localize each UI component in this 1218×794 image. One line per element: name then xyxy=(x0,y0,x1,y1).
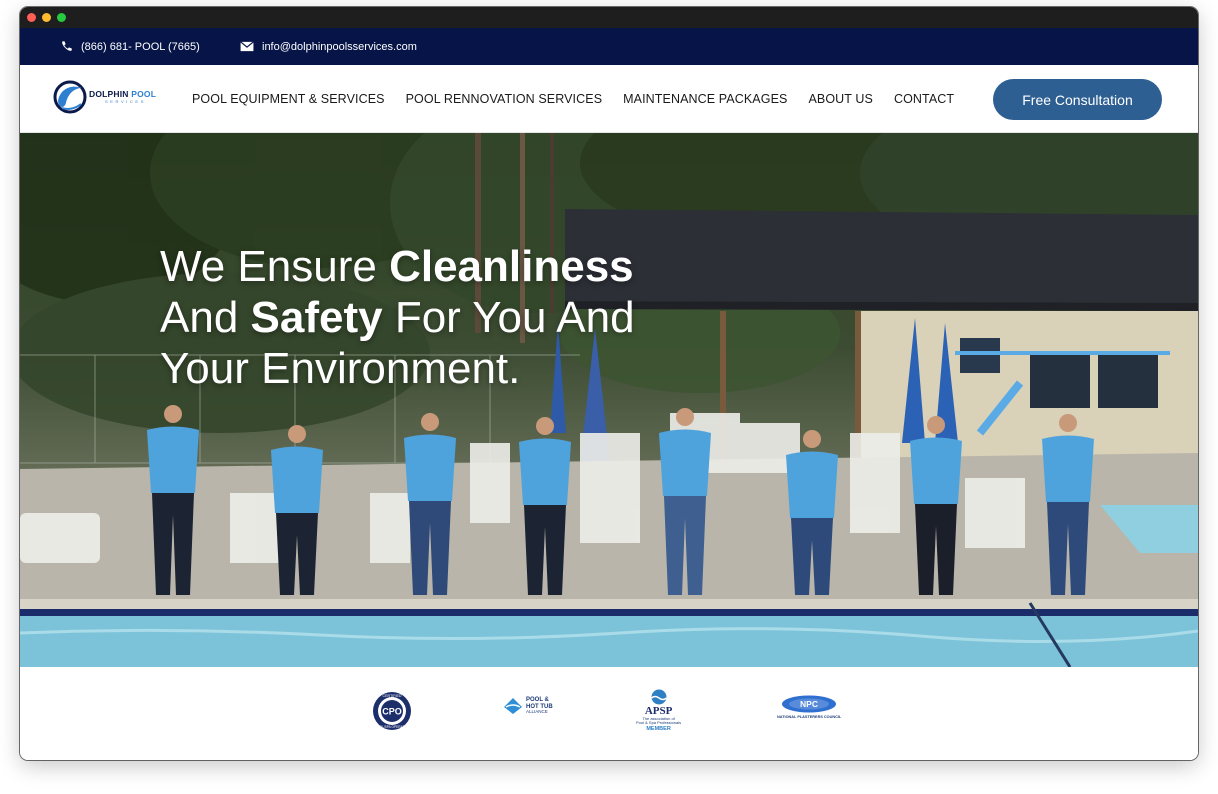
nav-pool-equipment[interactable]: POOL EQUIPMENT & SERVICES xyxy=(192,92,385,106)
dolphin-pool-logo[interactable]: DOLPHIN POOL SERVICES xyxy=(53,79,156,115)
contact-topbar: (866) 681- POOL (7665) info@dolphinpools… xyxy=(20,28,1198,65)
phone-number: (866) 681- POOL (7665) xyxy=(81,40,200,53)
phta-drop-icon xyxy=(504,698,522,715)
hero-section: We Ensure Cleanliness And Safety For You… xyxy=(20,133,1198,667)
cpo-badge: CPO CERTIFIED POOL/SPA OPERATOR xyxy=(372,691,412,731)
phta-badge: POOL & HOT TUB ALLIANCE xyxy=(503,697,553,715)
close-window-button[interactable] xyxy=(27,13,36,22)
minimize-window-button[interactable] xyxy=(42,13,51,22)
cpo-seal-icon: CPO CERTIFIED POOL/SPA OPERATOR xyxy=(373,692,411,730)
apsp-wave-icon xyxy=(650,689,667,705)
email-address: info@dolphinpoolsservices.com xyxy=(262,40,417,53)
window-titlebar xyxy=(20,7,1198,28)
certification-badges: CPO CERTIFIED POOL/SPA OPERATOR POOL & H… xyxy=(20,667,1198,760)
main-navigation: DOLPHIN POOL SERVICES POOL EQUIPMENT & S… xyxy=(20,65,1198,133)
nav-maintenance-packages[interactable]: MAINTENANCE PACKAGES xyxy=(623,92,787,106)
nav-menu: POOL EQUIPMENT & SERVICES POOL RENNOVATI… xyxy=(192,65,954,133)
phone-icon xyxy=(60,40,73,53)
npc-oval-icon: NPC xyxy=(782,695,837,713)
maximize-window-button[interactable] xyxy=(57,13,66,22)
apsp-badge: APSP The association of Pool & Spa Profe… xyxy=(636,689,681,732)
dolphin-icon xyxy=(53,80,87,114)
hero-headline: We Ensure Cleanliness And Safety For You… xyxy=(160,242,635,393)
free-consultation-button[interactable]: Free Consultation xyxy=(993,79,1162,120)
svg-text:NPC: NPC xyxy=(800,699,818,709)
envelope-icon xyxy=(240,41,254,52)
email-link[interactable]: info@dolphinpoolsservices.com xyxy=(240,28,417,65)
logo-wordmark: DOLPHIN POOL SERVICES xyxy=(89,89,157,104)
npc-badge: NPC NATIONAL PLASTERERS COUNCIL xyxy=(777,695,841,719)
svg-text:CERTIFIED: CERTIFIED xyxy=(383,694,402,698)
browser-window: (866) 681- POOL (7665) info@dolphinpools… xyxy=(20,7,1198,760)
svg-text:CPO: CPO xyxy=(382,707,402,717)
phone-link[interactable]: (866) 681- POOL (7665) xyxy=(60,28,200,65)
nav-contact[interactable]: CONTACT xyxy=(894,92,954,106)
svg-text:POOL/SPA OPERATOR: POOL/SPA OPERATOR xyxy=(375,725,410,729)
nav-about-us[interactable]: ABOUT US xyxy=(808,92,872,106)
nav-pool-renovation[interactable]: POOL RENNOVATION SERVICES xyxy=(406,92,603,106)
team-poolside-photo xyxy=(20,133,1198,667)
